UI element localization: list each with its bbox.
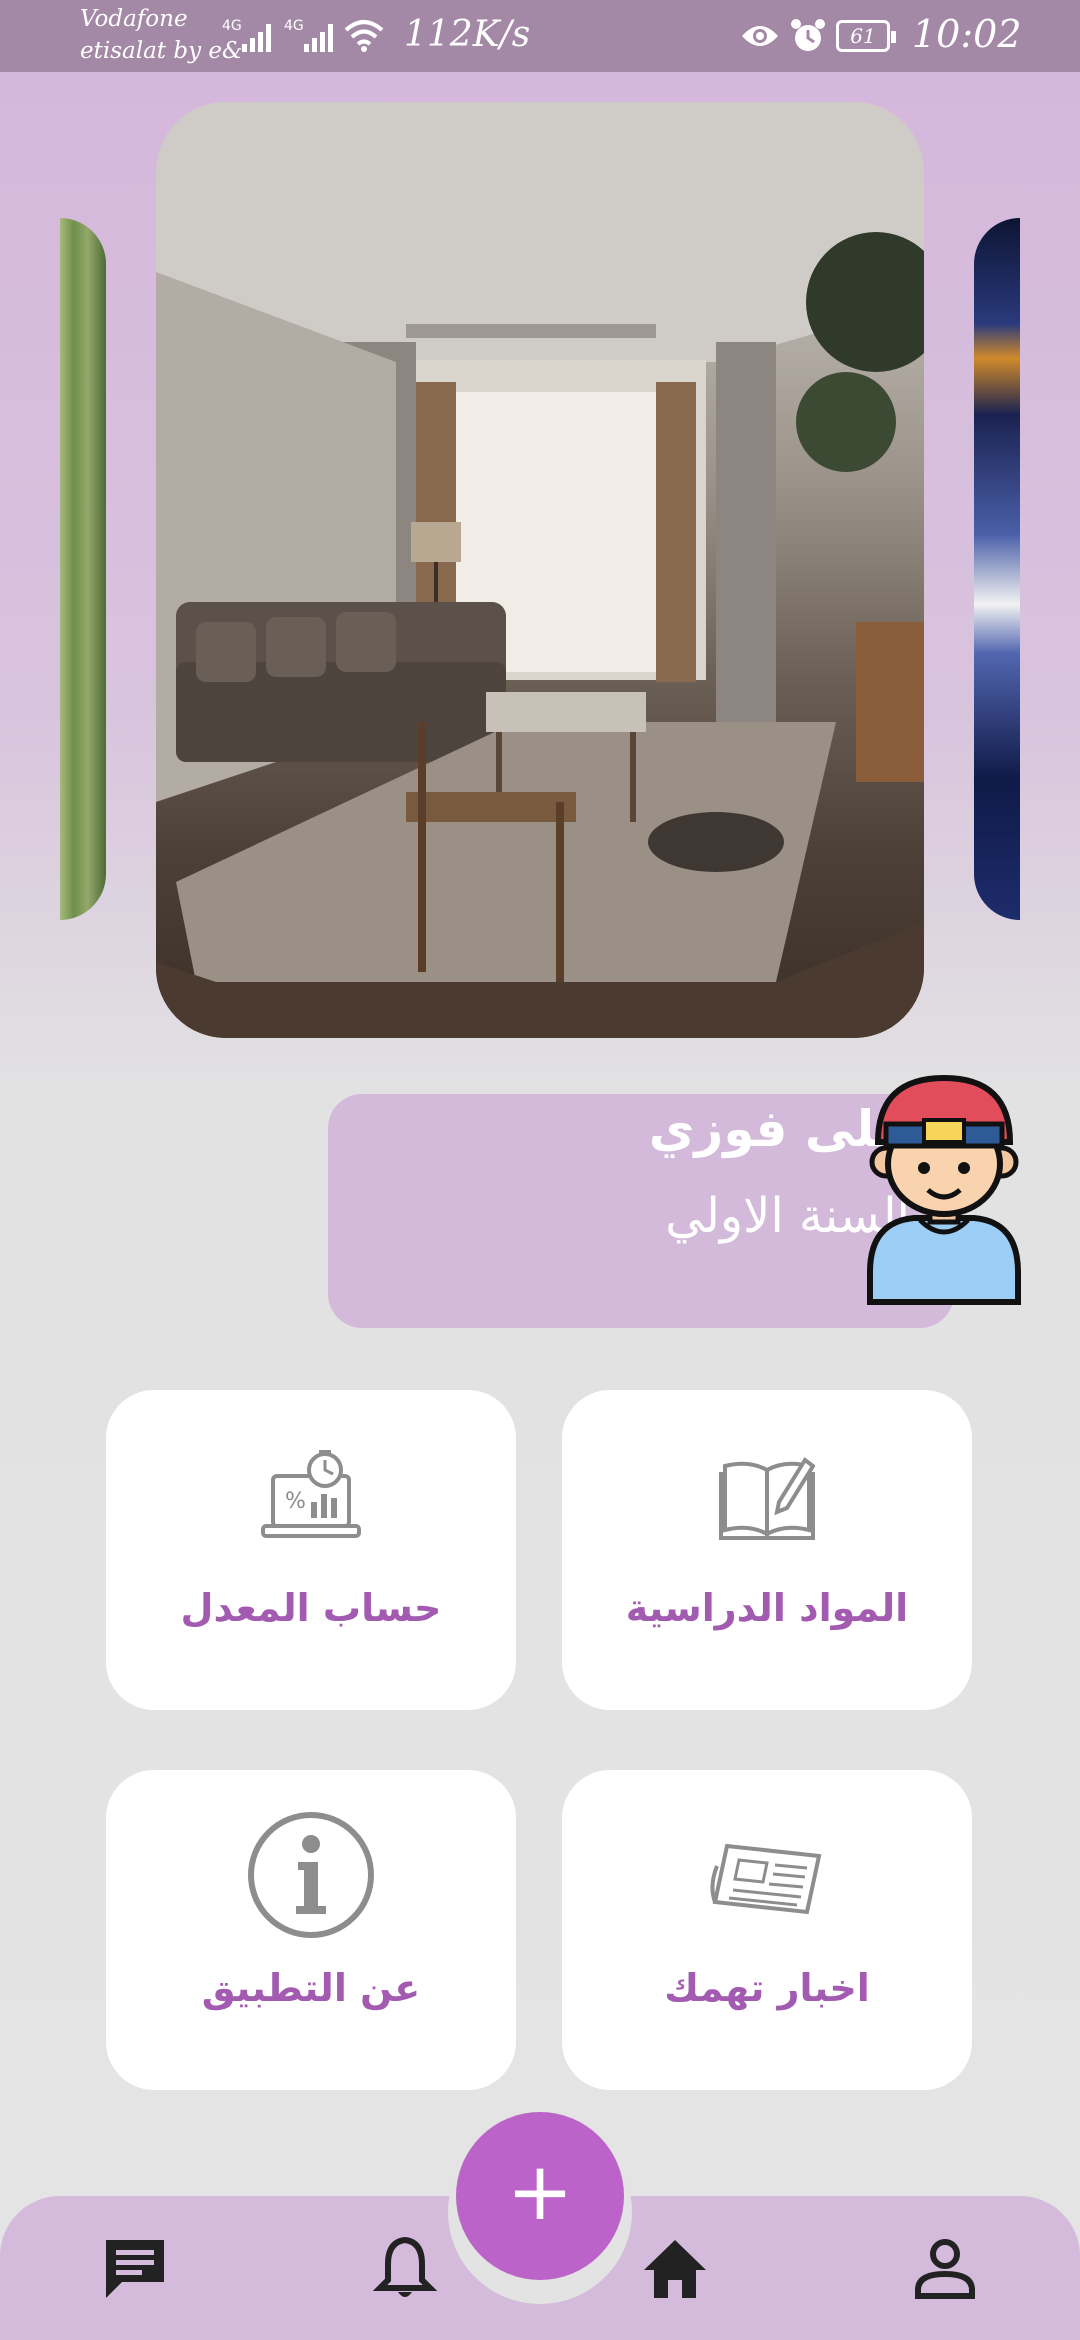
network-speed: 112K/s [404,14,531,55]
newspaper-icon [710,1843,822,1915]
tile-gpa-calculator[interactable]: % حساب المعدل [106,1390,516,1710]
carrier-1: Vodafone [80,6,188,32]
home-icon[interactable] [640,2234,710,2304]
person-icon[interactable] [910,2234,980,2304]
tile-label: المواد الدراسية [625,1586,909,1630]
chat-icon[interactable] [100,2234,170,2304]
add-button[interactable]: + [456,2112,624,2280]
tile-label: حساب المعدل [180,1586,442,1630]
info-icon [248,1812,374,1938]
tile-label: اخبار تهمك [664,1966,870,2010]
grade-calculator-icon: % [261,1450,361,1538]
book-pencil-icon [719,1457,815,1540]
carrier-2: etisalat by e& [80,38,243,64]
signal-icon [238,20,274,52]
tile-study-subjects[interactable]: المواد الدراسية [562,1390,972,1710]
battery-indicator: 61 [836,20,896,52]
avatar [867,1074,1021,1305]
signal-icon [300,20,336,52]
eye-icon [742,26,778,46]
bell-icon[interactable] [370,2234,440,2304]
tile-news[interactable]: اخبار تهمك [562,1770,972,2090]
tile-about-app[interactable]: عن التطبيق [106,1770,516,2090]
svg-text:%: % [285,1489,306,1514]
carousel-card-current[interactable] [156,102,924,1038]
status-bar: Vodafone etisalat by e& 4G 4G 112K/s 61 … [0,0,1080,72]
clock: 10:02 [912,12,1022,56]
carousel-card-next[interactable] [974,218,1020,920]
carousel-card-previous[interactable] [60,218,106,920]
alarm-icon [791,19,825,51]
tile-label: عن التطبيق [201,1966,421,2010]
living-room-image [156,102,924,1038]
wifi-icon [344,20,384,52]
